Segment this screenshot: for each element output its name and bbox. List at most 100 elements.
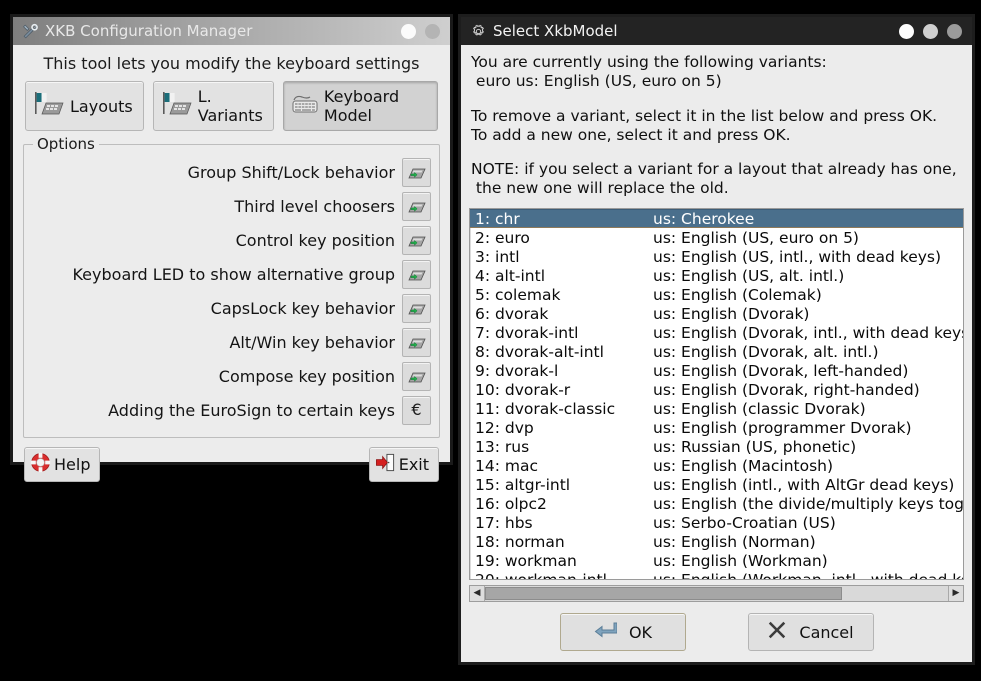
option-label: Compose key position bbox=[218, 366, 395, 386]
model-window-titlebar[interactable]: Select XkbModel bbox=[461, 17, 972, 45]
xkb-configuration-manager-window[interactable]: XKB Configuration Manager This tool lets… bbox=[10, 14, 453, 482]
keyboard-arrow-icon bbox=[407, 372, 426, 382]
keyboard-arrow-icon bbox=[407, 304, 426, 314]
list-item-desc: us: English (US, euro on 5) bbox=[653, 228, 859, 247]
keyboard-arrow-icon bbox=[407, 236, 426, 246]
list-item-desc: us: English (Dvorak) bbox=[653, 304, 810, 323]
minimize-button[interactable] bbox=[401, 23, 416, 39]
maximize-button[interactable] bbox=[425, 23, 440, 39]
current-variants-text: You are currently using the following va… bbox=[471, 53, 827, 90]
xkb-titlebar-buttons bbox=[401, 23, 444, 39]
maximize-button[interactable] bbox=[923, 23, 938, 39]
list-item[interactable]: 6: dvorak us: English (Dvorak) bbox=[470, 304, 963, 323]
keyboard-model-button-label: Keyboard Model bbox=[323, 87, 400, 125]
close-button[interactable] bbox=[947, 23, 962, 39]
list-item[interactable]: 19: workman us: English (Workman) bbox=[470, 551, 963, 570]
list-item-desc: us: English (US, alt. intl.) bbox=[653, 266, 845, 285]
keyboard-model-button[interactable]: Keyboard Model bbox=[282, 81, 438, 131]
keyboard-arrow-icon-button[interactable] bbox=[402, 293, 431, 323]
keyboard-arrow-icon bbox=[407, 338, 426, 348]
flag-keyboard-icon bbox=[161, 91, 193, 121]
list-item[interactable]: 18: norman us: English (Norman) bbox=[470, 532, 963, 551]
list-item-id: 15: altgr-intl bbox=[475, 475, 571, 494]
list-item[interactable]: 2: euro us: English (US, euro on 5) bbox=[470, 228, 963, 247]
scroll-right-arrow-icon[interactable]: ▶ bbox=[948, 586, 963, 602]
model-window-body: You are currently using the following va… bbox=[461, 45, 972, 662]
keyboard-arrow-icon-button[interactable] bbox=[402, 327, 431, 357]
list-item[interactable]: 4: alt-intl us: English (US, alt. intl.) bbox=[470, 266, 963, 285]
option-row-capslock-behavior: CapsLock key behavior bbox=[32, 291, 431, 325]
scrollbar-track[interactable] bbox=[485, 586, 948, 602]
scrollbar-thumb[interactable] bbox=[485, 587, 842, 601]
list-item[interactable]: 9: dvorak-l us: English (Dvorak, left-ha… bbox=[470, 361, 963, 380]
help-button-label: Help bbox=[54, 455, 91, 474]
select-xkbmodel-window[interactable]: Select XkbModel You are currently using … bbox=[458, 14, 975, 665]
keyboard-arrow-icon-button[interactable] bbox=[402, 191, 431, 221]
option-label: Third level choosers bbox=[234, 196, 395, 216]
list-item[interactable]: 20: workman-intl us: English (Workman, i… bbox=[470, 570, 963, 580]
cancel-button[interactable]: Cancel bbox=[747, 613, 874, 652]
layouts-button[interactable]: Layouts bbox=[25, 81, 144, 131]
scroll-left-arrow-icon[interactable]: ◀ bbox=[470, 586, 485, 602]
xkb-window-titlebar[interactable]: XKB Configuration Manager bbox=[13, 17, 450, 45]
keyboard-arrow-icon-button[interactable] bbox=[402, 157, 431, 187]
cancel-button-label: Cancel bbox=[799, 622, 854, 642]
euro-icon-button[interactable]: € bbox=[402, 395, 431, 425]
list-item[interactable]: 1: chr us: Cherokee bbox=[470, 209, 963, 229]
model-titlebar-buttons bbox=[899, 23, 966, 39]
option-label: Keyboard LED to show alternative group bbox=[72, 264, 395, 284]
keyboard-arrow-icon-button[interactable] bbox=[402, 259, 431, 289]
list-item[interactable]: 17: hbs us: Serbo-Croatian (US) bbox=[470, 513, 963, 532]
list-item[interactable]: 7: dvorak-intl us: English (Dvorak, intl… bbox=[470, 323, 963, 342]
list-item[interactable]: 12: dvp us: English (programmer Dvorak) bbox=[470, 418, 963, 437]
list-item-id: 7: dvorak-intl bbox=[475, 323, 579, 342]
option-row-control-key-position: Control key position bbox=[32, 223, 431, 257]
mode-button-row: Layouts L. Variants Keyboard Model bbox=[21, 81, 442, 137]
keyboard-arrow-icon bbox=[407, 202, 426, 212]
list-item[interactable]: 13: rus us: Russian (US, phonetic) bbox=[470, 437, 963, 456]
keyboard-arrow-icon-button[interactable] bbox=[402, 361, 431, 391]
list-item[interactable]: 10: dvorak-r us: English (Dvorak, right-… bbox=[470, 380, 963, 399]
option-label: Control key position bbox=[235, 230, 395, 250]
triangle-left-icon: ◀ bbox=[473, 588, 481, 599]
list-item-id: 17: hbs bbox=[475, 513, 533, 532]
list-item-desc: us: English (programmer Dvorak) bbox=[653, 418, 912, 437]
variant-listbox[interactable]: 1: chr us: Cherokee 2: euro us: English … bbox=[469, 208, 964, 581]
list-item[interactable]: 14: mac us: English (Macintosh) bbox=[470, 456, 963, 475]
options-group: Options Group Shift/Lock behavior Third … bbox=[23, 135, 440, 438]
lifebuoy-icon bbox=[30, 452, 51, 477]
keyboard-arrow-icon-button[interactable] bbox=[402, 225, 431, 255]
list-item-desc: us: English (Dvorak, left-handed) bbox=[653, 361, 909, 380]
list-item[interactable]: 8: dvorak-alt-intl us: English (Dvorak, … bbox=[470, 342, 963, 361]
info-spacer-2 bbox=[469, 145, 964, 159]
instructions-text: To remove a variant, select it in the li… bbox=[471, 106, 938, 144]
keyboard-icon bbox=[291, 93, 319, 119]
help-button[interactable]: Help bbox=[24, 447, 101, 482]
exit-button[interactable]: Exit bbox=[368, 447, 439, 482]
info-spacer-1 bbox=[469, 91, 964, 105]
layout-variants-button[interactable]: L. Variants bbox=[152, 81, 274, 131]
flag-keyboard-icon bbox=[33, 91, 65, 121]
enter-arrow-icon bbox=[593, 620, 618, 644]
horizontal-scrollbar[interactable]: ◀ ▶ bbox=[469, 585, 964, 603]
list-item[interactable]: 15: altgr-intl us: English (intl., with … bbox=[470, 475, 963, 494]
list-item-id: 5: colemak bbox=[475, 285, 561, 304]
intro-text: This tool lets you modify the keyboard s… bbox=[43, 54, 420, 73]
list-item-id: 16: olpc2 bbox=[475, 494, 547, 513]
list-item-id: 20: workman-intl bbox=[475, 570, 607, 581]
ok-button[interactable]: OK bbox=[559, 613, 686, 652]
list-item[interactable]: 5: colemak us: English (Colemak) bbox=[470, 285, 963, 304]
triangle-right-icon: ▶ bbox=[952, 588, 960, 599]
list-item-desc: us: English (intl., with AltGr dead keys… bbox=[653, 475, 955, 494]
option-row-compose-key-position: Compose key position bbox=[32, 359, 431, 393]
list-item-id: 3: intl bbox=[475, 247, 520, 266]
list-item-id: 6: dvorak bbox=[475, 304, 549, 323]
keyboard-arrow-icon bbox=[407, 168, 426, 178]
list-item-desc: us: English (the divide/multiply keys to… bbox=[653, 494, 963, 513]
minimize-button[interactable] bbox=[899, 23, 914, 39]
list-item-desc: us: English (Macintosh) bbox=[653, 456, 834, 475]
list-item[interactable]: 16: olpc2 us: English (the divide/multip… bbox=[470, 494, 963, 513]
dialog-button-row: OK Cancel bbox=[469, 602, 964, 655]
list-item[interactable]: 11: dvorak-classic us: English (classic … bbox=[470, 399, 963, 418]
list-item[interactable]: 3: intl us: English (US, intl., with dea… bbox=[470, 247, 963, 266]
